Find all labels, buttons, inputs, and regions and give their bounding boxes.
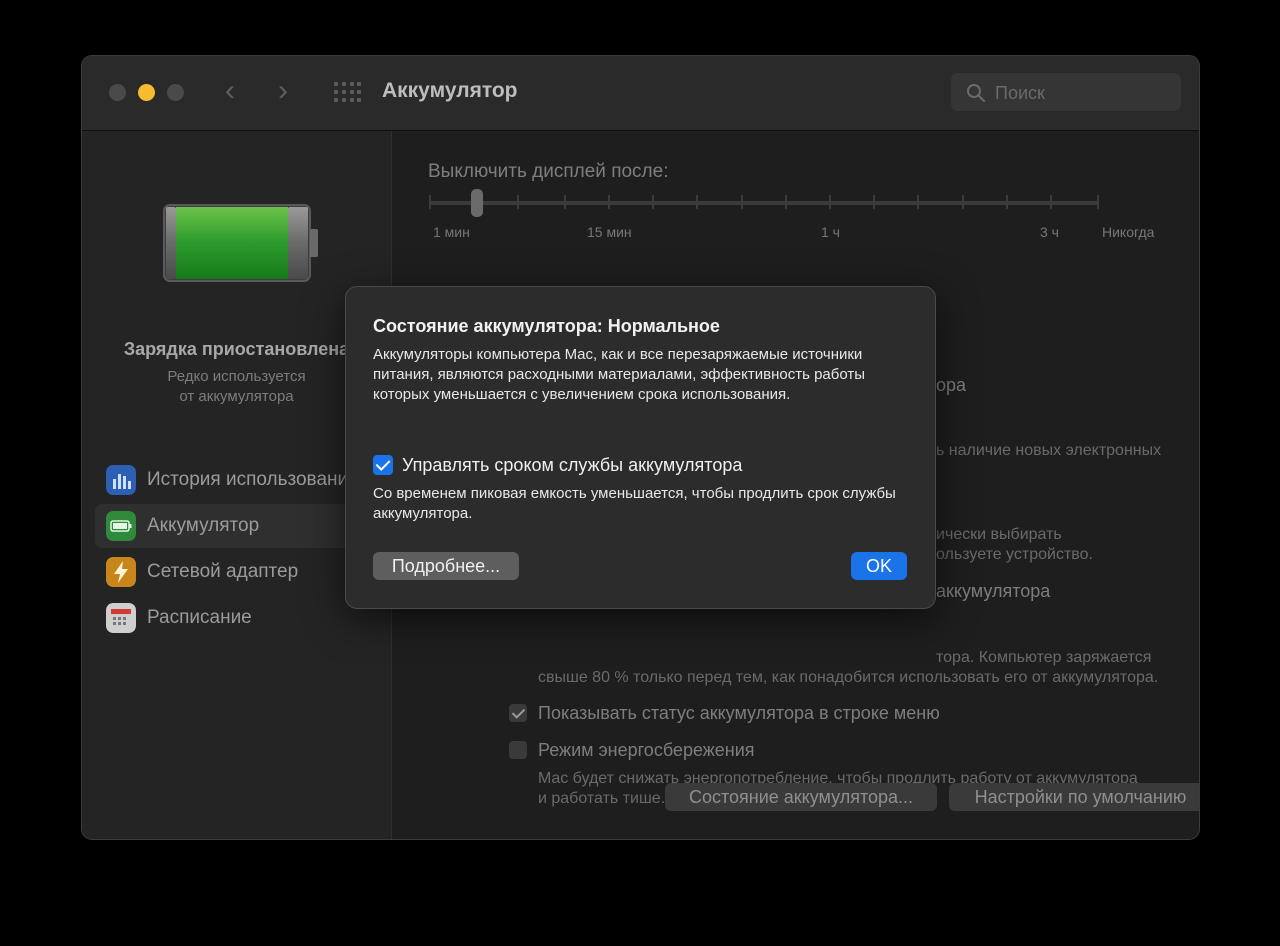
dialog-body: Аккумуляторы компьютера Mac, как и все п… (373, 346, 866, 403)
battery-health-dialog: Состояние аккумулятора: Нормальное Аккум… (345, 286, 936, 609)
dialog-title: Состояние аккумулятора: Нормальное (373, 316, 720, 336)
manage-battery-label[interactable]: Управлять сроком службы аккумулятора (402, 455, 742, 476)
ok-button[interactable]: OK (851, 552, 907, 580)
modal-overlay: Состояние аккумулятора: Нормальное Аккум… (0, 0, 1280, 946)
manage-battery-description: Со временем пиковая емкость уменьшается,… (373, 485, 896, 522)
learn-more-button[interactable]: Подробнее... (373, 552, 519, 580)
manage-battery-checkbox[interactable] (373, 455, 393, 475)
